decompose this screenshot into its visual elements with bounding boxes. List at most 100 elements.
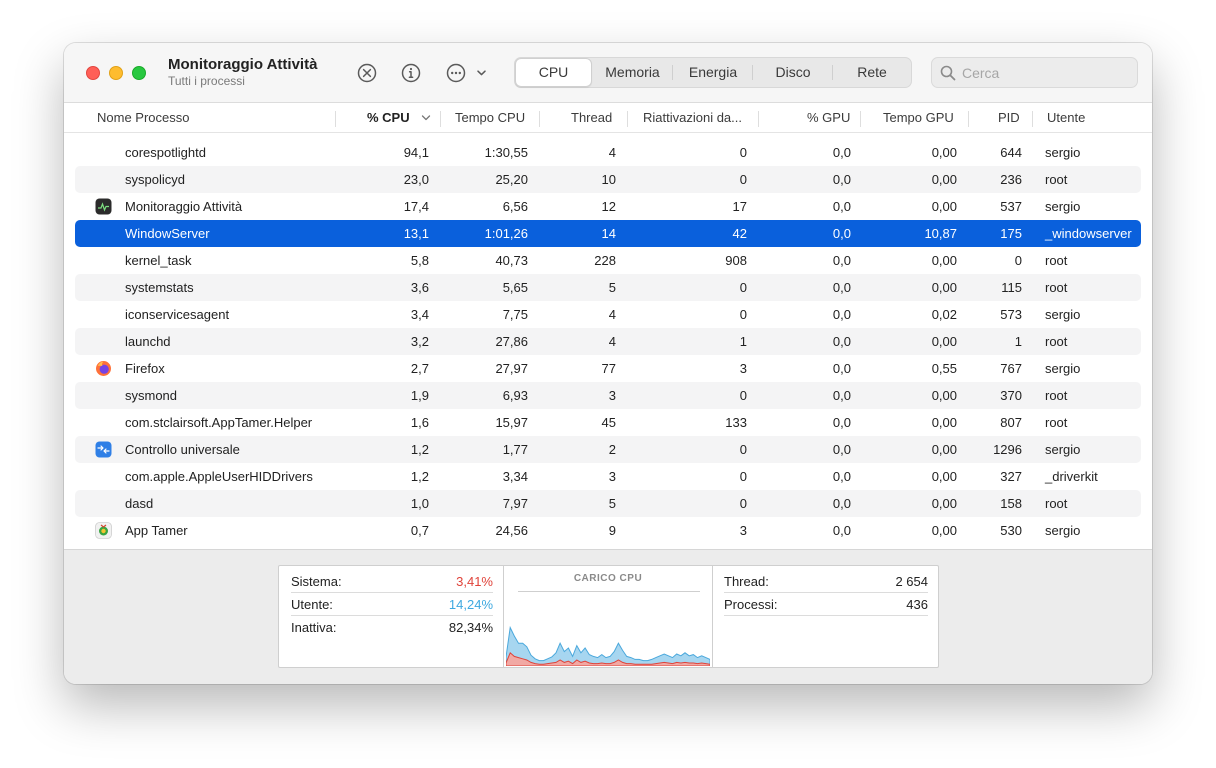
cpu-time: 24,56 [495,523,528,538]
table-row[interactable]: Monitoraggio Attività 17,4 6,56 12 17 0,… [75,193,1141,220]
gpu-time: 0,00 [931,280,957,295]
thread-count: 3 [608,469,616,484]
activity-monitor-icon [95,198,112,215]
cpu-load-chart: CARICO CPU [503,566,713,667]
cpu-percent: 1,2 [410,469,429,484]
column-divider[interactable] [758,111,759,127]
more-options-button[interactable] [444,60,490,86]
gpu-time: 0,00 [931,253,957,268]
tab-energy[interactable]: Energia [673,58,753,87]
chevron-down-icon [477,70,486,76]
cpu-time: 1,77 [502,442,528,457]
info-button[interactable] [398,60,424,86]
cpu-time: 7,97 [502,496,528,511]
column-header-threads[interactable]: Thread [571,103,612,133]
thread-count: 228 [594,253,616,268]
table-row[interactable]: launchd 3,2 27,86 4 1 0,0 0,00 1 root [75,328,1141,355]
search-input[interactable] [962,63,1127,83]
gpu-percent: 0,0 [832,253,851,268]
column-header-cpu[interactable]: % CPU [367,103,410,133]
table-row[interactable]: iconservicesagent 3,4 7,75 4 0 0,0 0,02 … [75,301,1141,328]
process-name: WindowServer [125,226,210,241]
table-row[interactable]: com.apple.AppleUserHIDDrivers 1,2 3,34 3… [75,463,1141,490]
stop-process-button[interactable] [354,60,380,86]
wakeups: 17 [732,199,747,214]
search-icon [940,65,956,81]
tab-disk[interactable]: Disco [753,58,833,87]
table-row[interactable]: sysmond 1,9 6,93 3 0 0,0 0,00 370 root [75,382,1141,409]
gpu-time: 0,00 [931,145,957,160]
column-header-wakeups[interactable]: Riattivazioni da... [643,103,742,133]
column-header-gpu[interactable]: % GPU [807,103,850,133]
table-row[interactable]: dasd 1,0 7,97 5 0 0,0 0,00 158 root [75,490,1141,517]
pid: 370 [1000,388,1022,403]
tab-cpu[interactable]: CPU [515,58,592,87]
table-row[interactable]: App Tamer 0,7 24,56 9 3 0,0 0,00 530 ser… [75,517,1141,544]
gpu-percent: 0,0 [832,334,851,349]
gpu-percent: 0,0 [832,361,851,376]
cpu-stats-box: Sistema: 3,41% Utente: 14,24% Inattiva: … [278,565,939,668]
user: sergio [1045,361,1081,376]
info-icon [401,63,421,83]
table-row-selected[interactable]: WindowServer 13,1 1:01,26 14 42 0,0 10,8… [75,220,1141,247]
gpu-percent: 0,0 [832,226,851,241]
thread-count: 14 [601,226,616,241]
thread-count: 3 [608,388,616,403]
wakeups: 133 [725,415,747,430]
sort-descending-icon[interactable] [421,114,431,122]
column-divider[interactable] [335,111,336,127]
wakeups: 1 [739,334,747,349]
tab-network[interactable]: Rete [833,58,911,87]
cpu-percent: 0,7 [410,523,429,538]
gpu-time: 0,55 [931,361,957,376]
column-divider[interactable] [968,111,969,127]
column-divider[interactable] [539,111,540,127]
user: sergio [1045,145,1081,160]
stat-threads-value: 2 654 [895,574,928,589]
cpu-time: 27,86 [495,334,528,349]
cpu-percent: 94,1 [403,145,429,160]
thread-count: 10 [601,172,616,187]
user: root [1045,172,1068,187]
zoom-window-button[interactable] [132,66,146,80]
column-header-user[interactable]: Utente [1047,103,1085,133]
stat-idle: Inattiva: 82,34% [291,616,493,639]
table-row[interactable]: systemstats 3,6 5,65 5 0 0,0 0,00 115 ro… [75,274,1141,301]
column-header-pid[interactable]: PID [998,103,1020,133]
column-header-name[interactable]: Nome Processo [97,103,189,133]
table-row[interactable]: corespotlightd 94,1 1:30,55 4 0 0,0 0,00… [75,139,1141,166]
wakeups: 0 [739,145,747,160]
user: root [1045,253,1068,268]
cpu-percent: 2,7 [410,361,429,376]
cpu-percent: 13,1 [403,226,429,241]
stat-system-label: Sistema: [291,574,342,589]
pid: 236 [1000,172,1022,187]
column-divider[interactable] [440,111,441,127]
wakeups: 0 [739,280,747,295]
table-row[interactable]: kernel_task 5,8 40,73 228 908 0,0 0,00 0… [75,247,1141,274]
table-row[interactable]: com.stclairsoft.AppTamer.Helper 1,6 15,9… [75,409,1141,436]
column-divider[interactable] [627,111,628,127]
column-header-cpu-time[interactable]: Tempo CPU [455,103,525,133]
cpu-summary-panel: Sistema: 3,41% Utente: 14,24% Inattiva: … [64,549,1152,684]
gpu-percent: 0,0 [832,469,851,484]
user: sergio [1045,199,1081,214]
pid: 530 [1000,523,1022,538]
minimize-window-button[interactable] [109,66,123,80]
user: root [1045,496,1068,511]
search-box[interactable] [931,57,1138,88]
pid: 158 [1000,496,1022,511]
thread-count: 4 [608,307,616,322]
table-row[interactable]: syspolicyd 23,0 25,20 10 0 0,0 0,00 236 … [75,166,1141,193]
column-divider[interactable] [1032,111,1033,127]
table-row[interactable]: Firefox 2,7 27,97 77 3 0,0 0,55 767 serg… [75,355,1141,382]
column-divider[interactable] [860,111,861,127]
gpu-time: 0,00 [931,388,957,403]
gpu-time: 0,00 [931,442,957,457]
close-window-button[interactable] [86,66,100,80]
user-load-area [506,625,710,666]
window-subtitle[interactable]: Tutti i processi [168,74,317,89]
column-header-gpu-time[interactable]: Tempo GPU [883,103,954,133]
table-row[interactable]: Controllo universale 1,2 1,77 2 0 0,0 0,… [75,436,1141,463]
tab-memory[interactable]: Memoria [592,58,673,87]
